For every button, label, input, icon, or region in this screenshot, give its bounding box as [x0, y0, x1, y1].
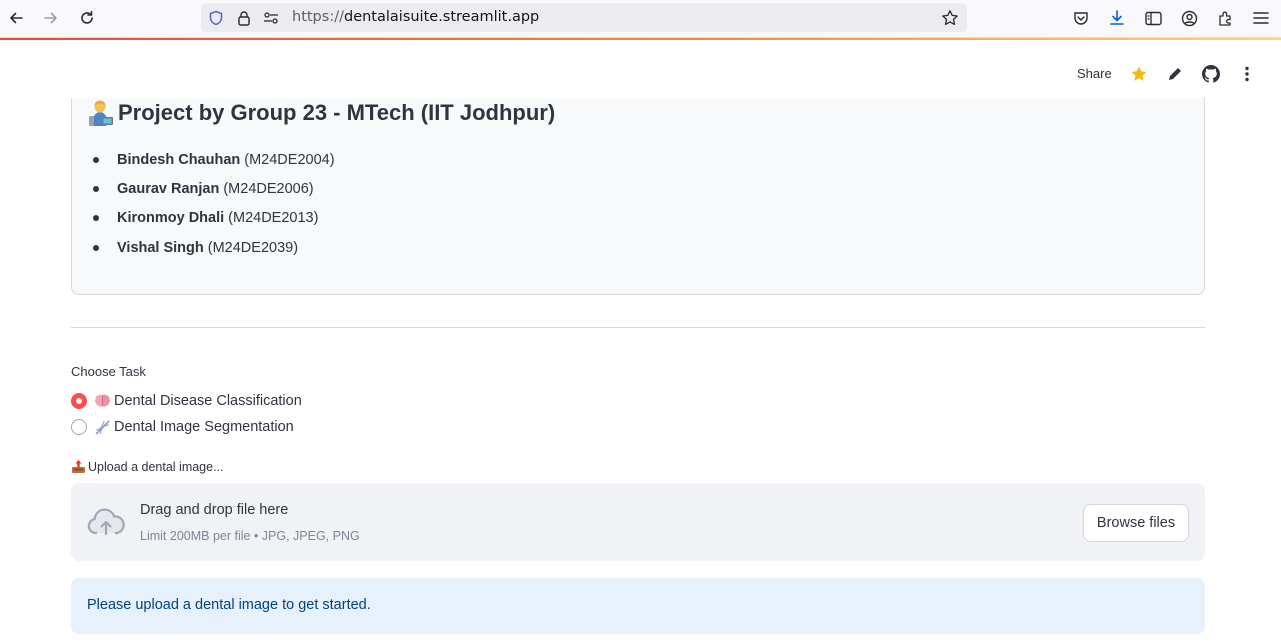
horizontal-divider	[71, 327, 1205, 328]
reload-icon[interactable]	[75, 7, 99, 29]
project-title: Project by Group 23 - MTech (IIT Jodhpur…	[88, 99, 555, 127]
shield-icon[interactable]	[207, 9, 225, 27]
member-name: Vishal Singh	[117, 240, 204, 256]
list-item: Vishal Singh (M24DE2039)	[93, 240, 298, 256]
task-label: Choose Task	[71, 364, 146, 379]
bullet	[93, 157, 99, 163]
radio-button[interactable]	[71, 419, 87, 435]
star-icon[interactable]	[1129, 64, 1149, 84]
cloud-upload-icon	[87, 507, 125, 537]
dna-emoji-icon	[94, 419, 111, 436]
permissions-icon[interactable]	[262, 9, 280, 27]
download-icon[interactable]	[1106, 7, 1128, 29]
share-button[interactable]: Share	[1077, 66, 1112, 81]
browser-toolbar: https://dentalaisuite.streamlit.app	[0, 0, 1281, 38]
radio-option-classification[interactable]: Dental Disease Classification	[71, 390, 302, 412]
more-vertical-icon[interactable]	[1237, 64, 1257, 84]
back-arrow-icon[interactable]	[4, 7, 28, 29]
menu-icon[interactable]	[1250, 7, 1272, 29]
member-name: Kironmoy Dhali	[117, 210, 225, 226]
upload-label: Upload a dental image...	[71, 459, 224, 474]
lock-icon[interactable]	[235, 9, 253, 27]
list-item: Bindesh Chauhan (M24DE2004)	[93, 152, 335, 168]
list-item: Kironmoy Dhali (M24DE2013)	[93, 210, 318, 226]
outbox-tray-emoji-icon	[71, 459, 86, 474]
technologist-emoji-icon	[88, 99, 114, 127]
file-dropzone[interactable]: Drag and drop file here Limit 200MB per …	[71, 483, 1205, 561]
radio-option-segmentation[interactable]: Dental Image Segmentation	[71, 416, 294, 438]
radio-label: Dental Disease Classification	[114, 393, 302, 409]
browse-files-button[interactable]: Browse files	[1083, 504, 1189, 542]
extensions-icon[interactable]	[1214, 7, 1236, 29]
account-icon[interactable]	[1178, 7, 1200, 29]
pocket-icon[interactable]	[1070, 7, 1092, 29]
info-alert: Please upload a dental image to get star…	[71, 578, 1205, 634]
info-message: Please upload a dental image to get star…	[87, 597, 371, 613]
app-header: Share	[0, 40, 1281, 98]
sidebar-icon[interactable]	[1142, 7, 1164, 29]
bullet	[93, 215, 99, 221]
list-item: Gaurav Ranjan (M24DE2006)	[93, 181, 314, 197]
member-id: (M24DE2039)	[207, 240, 299, 256]
edit-pencil-icon[interactable]	[1165, 64, 1185, 84]
bookmark-star-icon[interactable]	[941, 9, 959, 27]
member-id: (M24DE2006)	[223, 181, 314, 197]
bullet	[93, 245, 99, 251]
member-id: (M24DE2013)	[228, 210, 319, 226]
member-id: (M24DE2004)	[244, 152, 335, 168]
github-icon[interactable]	[1201, 64, 1221, 84]
radio-label: Dental Image Segmentation	[114, 419, 294, 435]
brain-emoji-icon	[94, 393, 111, 410]
member-name: Gaurav Ranjan	[117, 181, 220, 197]
member-name: Bindesh Chauhan	[117, 152, 241, 168]
address-bar[interactable]: https://dentalaisuite.streamlit.app	[201, 3, 967, 32]
forward-arrow-icon[interactable]	[39, 7, 63, 29]
file-limit-text: Limit 200MB per file • JPG, JPEG, PNG	[140, 529, 360, 543]
url-text[interactable]: https://dentalaisuite.streamlit.app	[292, 9, 539, 25]
drag-drop-text: Drag and drop file here	[140, 502, 289, 518]
radio-button-checked[interactable]	[71, 393, 87, 409]
bullet	[93, 186, 99, 192]
